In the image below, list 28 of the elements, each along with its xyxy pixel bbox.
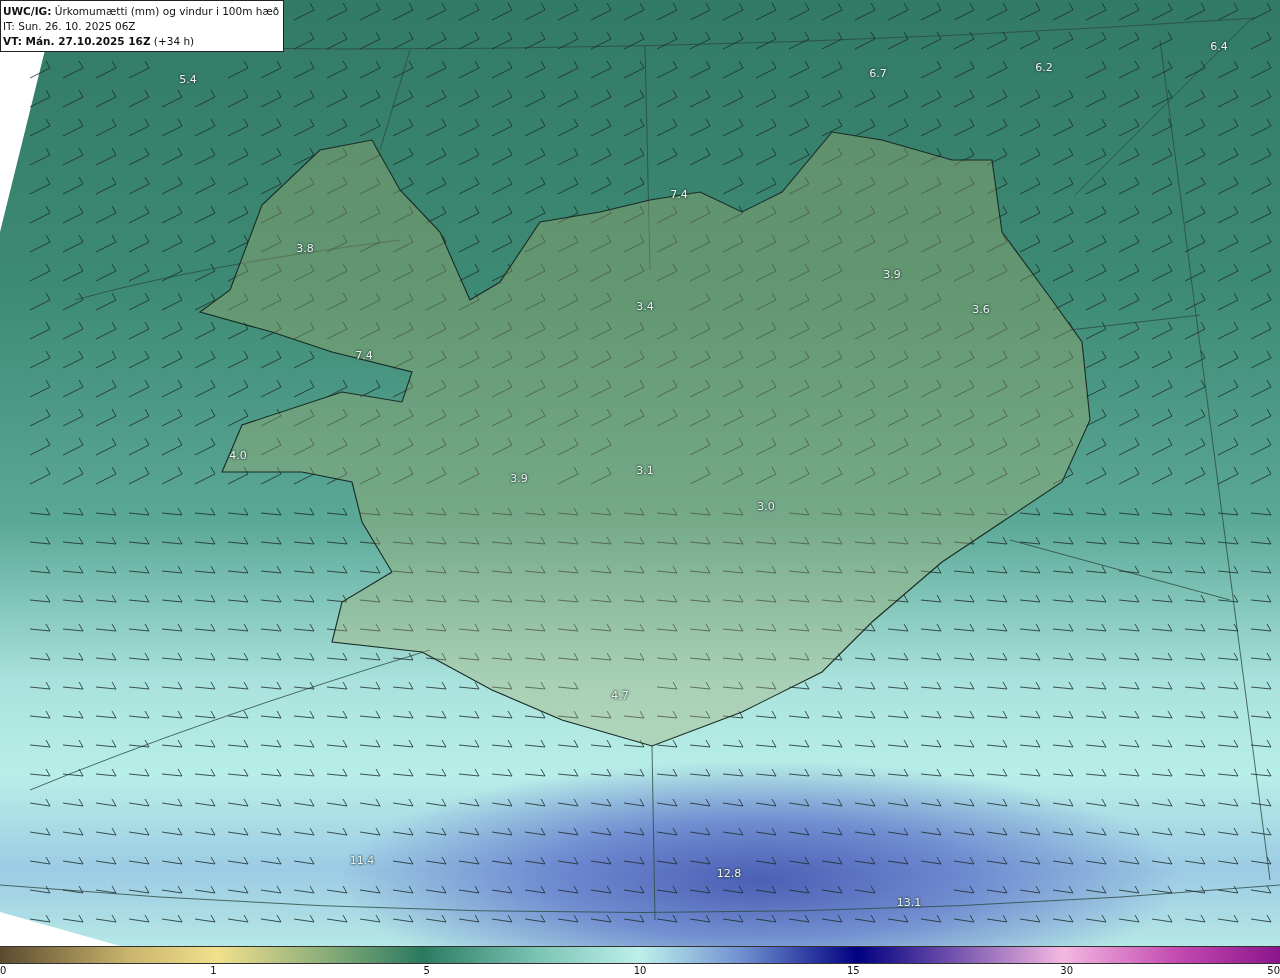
scale-tick-label: 30 <box>1060 965 1073 976</box>
value-label: 7.4 <box>670 187 688 201</box>
value-label: 12.8 <box>716 866 742 880</box>
scale-tick-label: 0 <box>0 965 7 976</box>
title-text: UWC/IG: Úrkomumætti (mm) og vindur i 100m hæð <box>3 4 280 19</box>
valid-time-text: VT: Mán. 27.10.2025 16Z (+34 h) <box>3 34 196 49</box>
value-label: 3.6 <box>972 302 990 316</box>
value-label: 11.4 <box>349 853 375 867</box>
scale-tick-label: 1 <box>210 965 217 976</box>
value-label: 7.4 <box>355 348 373 362</box>
value-label: 13.1 <box>896 895 922 909</box>
value-label: 4.7 <box>611 688 629 702</box>
issue-time-text: IT: Sun. 26. 10. 2025 06Z <box>3 19 137 34</box>
value-label: 3.9 <box>510 471 528 485</box>
value-label: 6.4 <box>1210 39 1228 53</box>
value-label: 6.7 <box>869 66 887 80</box>
value-label: 4.0 <box>229 448 247 462</box>
value-label: 6.2 <box>1035 60 1053 74</box>
value-label: 5.4 <box>179 72 197 86</box>
scale-tick-label: 5 <box>423 965 430 976</box>
value-label: 3.4 <box>636 299 654 313</box>
value-label: 3.0 <box>757 499 775 513</box>
scale-tick-label: 10 <box>633 965 647 976</box>
scale-tick-label: 50 <box>1267 965 1280 976</box>
value-label: 3.8 <box>296 241 314 255</box>
scale-tick-label: 15 <box>846 965 860 976</box>
value-label: 3.1 <box>636 463 654 477</box>
value-label: 3.9 <box>883 267 901 281</box>
